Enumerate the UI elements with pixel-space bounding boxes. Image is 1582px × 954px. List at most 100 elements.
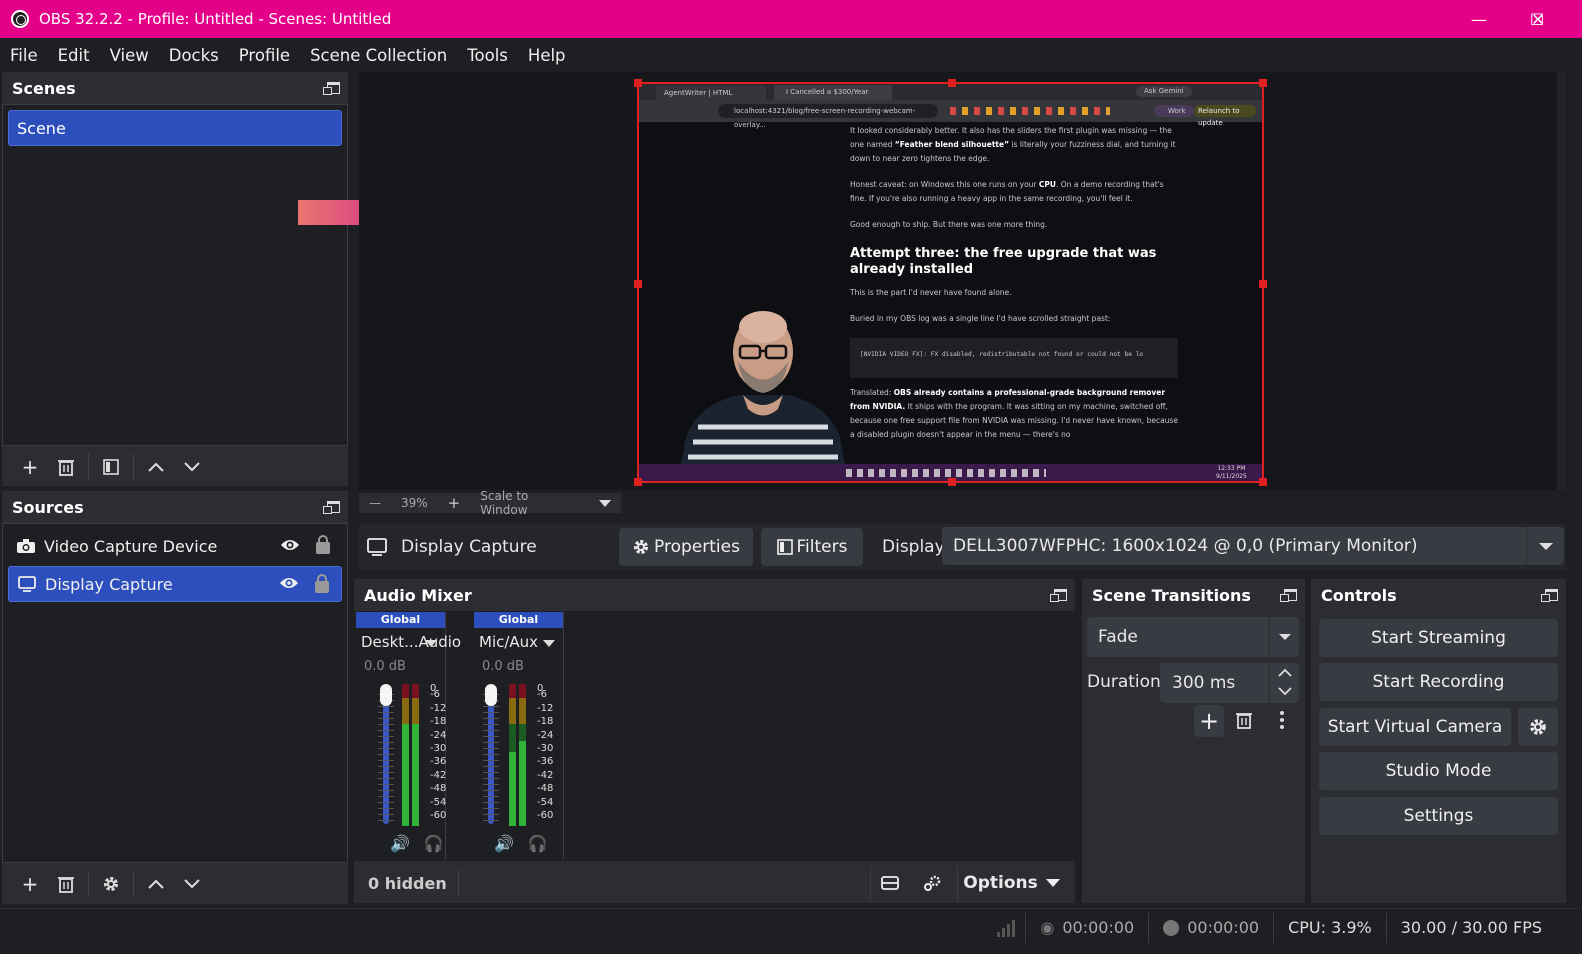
sources-title: Sources — [12, 497, 84, 517]
duration-label: Duration — [1087, 672, 1161, 692]
volume-fader-knob[interactable] — [380, 684, 392, 706]
menu-file[interactable]: File — [10, 46, 38, 65]
preview-scrollbar[interactable] — [1557, 72, 1566, 490]
settings-button[interactable]: Settings — [1319, 797, 1558, 835]
menu-docks[interactable]: Docks — [169, 46, 219, 65]
source-selection-box[interactable] — [634, 79, 1267, 486]
move-scene-up-button[interactable] — [138, 452, 174, 482]
speaker-icon[interactable]: 🔊 — [390, 834, 410, 853]
filters-button[interactable]: Filters — [761, 528, 863, 566]
transition-select[interactable]: Fade — [1087, 617, 1299, 657]
lock-icon[interactable] — [316, 535, 330, 554]
fps-indicator: 30.00 / 30.00 FPS — [1385, 912, 1582, 943]
add-transition-button[interactable]: + — [1194, 705, 1224, 737]
advanced-audio-button[interactable] — [914, 865, 952, 901]
scene-item[interactable]: Scene — [8, 110, 342, 146]
headphones-monitor-off-icon[interactable]: 🎧 — [528, 834, 548, 853]
filter-icon — [776, 539, 793, 555]
fader-ticks — [483, 694, 499, 822]
menu-profile[interactable]: Profile — [239, 46, 290, 65]
menu-scene-collection[interactable]: Scene Collection — [310, 46, 447, 65]
chevron-down-icon[interactable] — [1526, 527, 1564, 565]
source-properties-button[interactable] — [93, 869, 129, 899]
mixer-toolbar: 0 hidden Options — [354, 863, 1075, 903]
channel-name-select[interactable]: Deskt...Audio — [356, 628, 461, 656]
chevron-up-icon[interactable] — [1278, 668, 1292, 677]
duration-spinbox[interactable]: 300 ms — [1160, 663, 1299, 703]
options-button[interactable]: Options — [957, 865, 1065, 901]
title-bar: OBS 32.2.2 - Profile: Untitled - Scenes:… — [0, 0, 1582, 38]
resize-handle[interactable] — [634, 79, 642, 87]
record-dot-icon — [1163, 919, 1180, 936]
resize-handle[interactable] — [1259, 79, 1267, 87]
properties-button[interactable]: Properties — [619, 528, 753, 566]
add-source-button[interactable]: + — [12, 869, 48, 899]
resize-handle[interactable] — [634, 478, 642, 486]
add-scene-button[interactable]: + — [12, 452, 48, 482]
controls-dock: Controls Start Streaming Start Recording… — [1311, 579, 1566, 903]
scenes-title: Scenes — [12, 78, 76, 98]
move-source-up-button[interactable] — [138, 869, 174, 899]
virtual-camera-settings-button[interactable] — [1518, 708, 1558, 746]
zoom-out-button[interactable]: — — [369, 496, 381, 510]
mixer-layout-button[interactable] — [870, 865, 908, 901]
studio-mode-button[interactable]: Studio Mode — [1319, 752, 1558, 790]
zoom-in-button[interactable]: + — [448, 494, 461, 512]
channel-name-select[interactable]: Mic/Aux — [474, 628, 563, 656]
headphones-monitor-off-icon[interactable]: 🎧 — [424, 834, 444, 853]
window-title: OBS 32.2.2 - Profile: Untitled - Scenes:… — [39, 10, 392, 28]
undock-icon[interactable] — [1050, 589, 1067, 602]
display-select[interactable]: DELL3007WFPHC: 1600x1024 @ 0,0 (Primary … — [942, 527, 1564, 565]
speaker-icon[interactable]: 🔊 — [494, 834, 514, 853]
mixer-channel-desktop-audio: Global Deskt...Audio 0.0 dB 0 -6 -12 -18 -24… — [356, 612, 461, 860]
spin-buttons — [1269, 663, 1299, 703]
source-item-video-capture[interactable]: Video Capture Device — [8, 528, 342, 564]
resize-handle[interactable] — [1259, 478, 1267, 486]
volume-fader-knob[interactable] — [485, 684, 497, 706]
visibility-eye-icon[interactable] — [279, 574, 299, 595]
toolbar-divider — [458, 870, 459, 896]
resize-handle[interactable] — [948, 79, 956, 87]
audio-mixer-dock: Audio Mixer 0 hidden Options — [354, 579, 1075, 903]
scenes-dock-header: Scenes — [2, 72, 348, 104]
channel-controls: 🔊 🎧 — [390, 834, 444, 853]
remove-transition-button[interactable] — [1236, 711, 1252, 729]
chevron-down-icon[interactable] — [1278, 687, 1292, 696]
scenes-dock: Scenes Scene + — [2, 72, 348, 486]
menu-edit[interactable]: Edit — [58, 46, 90, 65]
undock-icon[interactable] — [323, 82, 340, 95]
more-options-icon[interactable] — [1280, 711, 1284, 729]
scale-mode-dropdown-icon[interactable] — [599, 499, 611, 507]
resize-handle[interactable] — [634, 280, 642, 288]
scale-mode-select[interactable]: Scale to Window — [480, 489, 575, 517]
chevron-down-icon — [184, 462, 200, 472]
chevron-down-icon — [425, 640, 437, 647]
minimize-button[interactable]: — — [1450, 0, 1508, 38]
move-source-down-button[interactable] — [174, 869, 210, 899]
source-item-display-capture[interactable]: Display Capture — [8, 566, 342, 602]
preview-canvas[interactable]: AgentWriter | HTML Renderer I Cancelled … — [359, 72, 1566, 490]
menu-tools[interactable]: Tools — [467, 46, 508, 65]
start-recording-button[interactable]: Start Recording — [1319, 663, 1558, 701]
mixer-area — [354, 611, 1075, 861]
close-button-glyph[interactable]: ✕ — [1509, 0, 1567, 38]
menu-help[interactable]: Help — [528, 46, 566, 65]
start-streaming-button[interactable]: Start Streaming — [1319, 619, 1558, 657]
remove-scene-button[interactable] — [48, 452, 84, 482]
gears-icon — [924, 875, 941, 891]
remove-source-button[interactable] — [48, 869, 84, 899]
undock-icon[interactable] — [323, 501, 340, 514]
scene-filters-button[interactable] — [93, 452, 129, 482]
visibility-eye-icon[interactable] — [280, 536, 300, 557]
resize-handle[interactable] — [1259, 280, 1267, 288]
sources-dock-header: Sources — [2, 491, 348, 523]
undock-icon[interactable] — [1280, 589, 1297, 602]
chevron-down-icon[interactable] — [1269, 617, 1299, 657]
menu-view[interactable]: View — [110, 46, 149, 65]
lock-icon[interactable] — [315, 574, 329, 593]
move-scene-down-button[interactable] — [174, 452, 210, 482]
start-virtual-camera-button[interactable]: Start Virtual Camera — [1319, 708, 1511, 746]
undock-icon[interactable] — [1541, 589, 1558, 602]
resize-handle[interactable] — [948, 478, 956, 486]
scene-transitions-header: Scene Transitions — [1082, 579, 1305, 611]
